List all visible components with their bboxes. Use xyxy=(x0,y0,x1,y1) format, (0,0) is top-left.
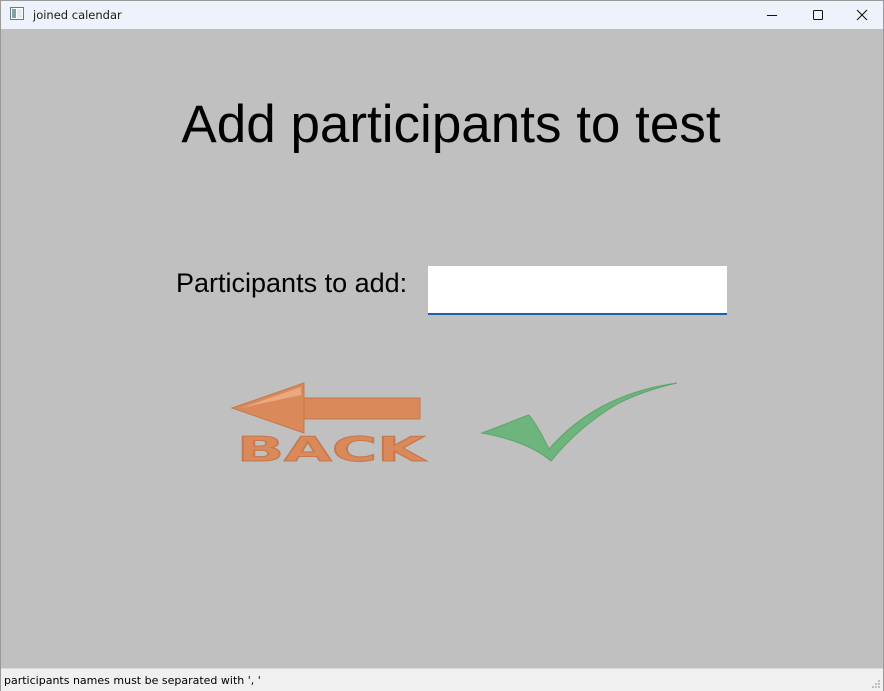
back-label: BACK xyxy=(237,430,428,467)
app-window: joined calendar Add participants to test… xyxy=(0,0,884,691)
title-bar[interactable]: joined calendar xyxy=(1,1,883,29)
maximize-icon xyxy=(813,10,823,20)
minimize-icon xyxy=(767,15,777,16)
back-button[interactable]: BACK xyxy=(229,381,429,471)
close-icon xyxy=(856,9,868,21)
resize-grip-icon[interactable] xyxy=(871,679,881,689)
back-arrow-icon: BACK xyxy=(230,382,428,471)
participants-input[interactable] xyxy=(428,266,727,315)
main-content: Add participants to test Participants to… xyxy=(1,29,883,668)
confirm-button[interactable] xyxy=(479,379,683,465)
page-title: Add participants to test xyxy=(181,95,721,154)
status-bar: participants names must be separated wit… xyxy=(1,668,883,691)
status-message: participants names must be separated wit… xyxy=(4,674,261,687)
close-button[interactable] xyxy=(839,1,884,29)
window-title: joined calendar xyxy=(33,8,122,22)
maximize-button[interactable] xyxy=(795,1,841,29)
app-window-icon xyxy=(10,7,24,20)
minimize-button[interactable] xyxy=(749,1,795,29)
checkmark-icon xyxy=(480,382,678,462)
participants-label: Participants to add: xyxy=(176,268,408,298)
